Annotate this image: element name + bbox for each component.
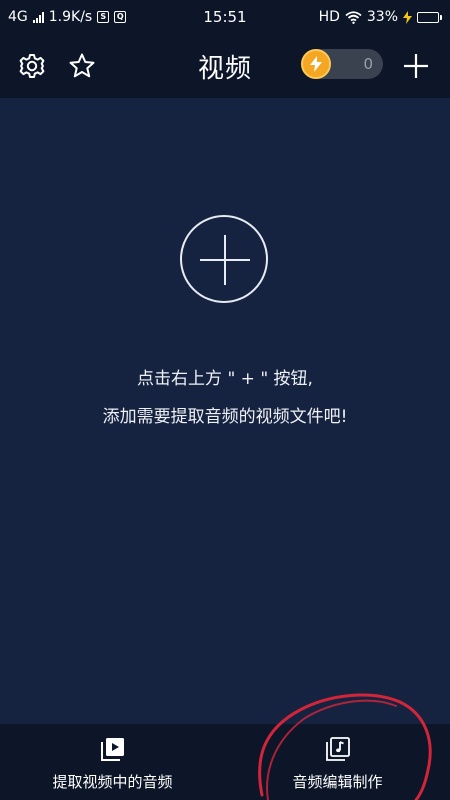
battery-icon [417,11,442,23]
tab-extract-audio-label: 提取视频中的音频 [52,773,173,791]
charging-icon [403,10,412,24]
notification-icon: S [97,11,110,23]
status-bar: 4G 1.9K/s S Q 15:51 HD 33% [0,0,450,34]
hint-line-1: 点击右上方 " + " 按钮, [137,369,313,389]
lightning-coin-icon [301,49,331,79]
plus-icon-vertical [224,235,226,285]
video-play-icon [100,738,124,761]
status-right: HD 33% [319,0,442,34]
settings-button[interactable] [12,46,52,86]
search-app-icon: Q [114,11,127,23]
favorites-button[interactable] [62,46,102,86]
gear-icon [19,54,45,78]
network-speed: 1.9K/s [48,9,93,25]
network-type: 4G [8,9,28,25]
hint-line-2: 添加需要提取音频的视频文件吧! [102,407,348,427]
coin-count: 0 [363,55,373,73]
tab-audio-edit-label: 音频编辑制作 [292,773,383,791]
add-file-circle-button[interactable] [180,215,268,303]
signal-icon [32,11,44,23]
coin-balance-toggle[interactable]: 0 [301,49,383,79]
main-content: 点击右上方 " + " 按钮, 添加需要提取音频的视频文件吧! [0,98,450,724]
bottom-tab-bar: 提取视频中的音频 音频编辑制作 [0,724,450,800]
wifi-icon [345,10,362,24]
app-header: 视频 0 [0,34,450,98]
hd-indicator: HD [318,9,340,25]
add-video-button[interactable] [396,46,436,86]
tab-extract-audio[interactable]: 提取视频中的音频 [0,724,225,800]
star-icon [69,53,95,78]
battery-percent: 33% [366,9,398,25]
music-note-icon [325,737,350,761]
status-left: 4G 1.9K/s S Q [8,0,127,34]
app-screen: 4G 1.9K/s S Q 15:51 HD 33% 视频 0 点击右上方 " … [0,0,450,800]
plus-icon [404,54,428,78]
tab-audio-edit[interactable]: 音频编辑制作 [225,724,450,800]
